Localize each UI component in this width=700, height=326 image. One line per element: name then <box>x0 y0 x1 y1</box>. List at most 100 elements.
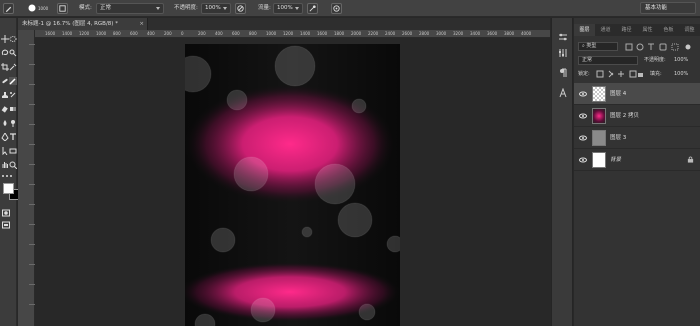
ruler-label: 2200 <box>368 31 379 36</box>
tools-panel <box>0 18 20 326</box>
history-brush-tool-icon[interactable] <box>9 91 17 99</box>
layer-row[interactable]: 背景 <box>574 149 700 171</box>
brush-panel-icon[interactable] <box>57 3 68 14</box>
crop-tool-icon[interactable] <box>1 63 9 71</box>
ruler-label: 3800 <box>504 31 515 36</box>
more-tools-icon[interactable] <box>1 172 13 180</box>
layer-thumbnail <box>592 152 606 168</box>
blur-tool-icon[interactable] <box>1 119 9 127</box>
foreground-color-swatch[interactable] <box>3 183 14 194</box>
quick-select-tool-icon[interactable] <box>9 49 17 57</box>
document-title: 未标题-1 @ 16.7% (图层 4, RGB/8) * <box>22 21 118 27</box>
move-tool-icon[interactable] <box>1 35 9 43</box>
tab-properties[interactable]: 属性 <box>637 24 658 36</box>
ruler-label: 3600 <box>487 31 498 36</box>
quick-mask-icon[interactable] <box>2 209 10 217</box>
screen-mode-icon[interactable] <box>2 221 10 229</box>
healing-tool-icon[interactable] <box>1 77 9 85</box>
layer-name[interactable]: 背景 <box>610 155 621 165</box>
brush-preview-icon[interactable] <box>27 3 37 14</box>
panel-tabs: 图层 通道 路径 属性 色板 调整 <box>574 24 700 36</box>
layer-name[interactable]: 图层 2 拷贝 <box>610 111 639 121</box>
visibility-eye-icon[interactable] <box>579 156 587 164</box>
ruler-label: 2600 <box>402 31 413 36</box>
flow-label: 流量: <box>258 5 271 11</box>
lasso-tool-icon[interactable] <box>1 49 9 57</box>
layer-row[interactable]: 图层 3 <box>574 127 700 149</box>
pen-tool-icon[interactable] <box>1 133 9 141</box>
airbrush-icon[interactable] <box>307 3 318 14</box>
eyedropper-tool-icon[interactable] <box>9 63 17 71</box>
layer-thumbnail <box>592 108 606 124</box>
layer-name[interactable]: 图层 3 <box>610 133 626 143</box>
layer-row[interactable]: 图层 2 拷贝 <box>574 105 700 127</box>
zoom-tool-icon[interactable] <box>9 161 17 169</box>
rectangle-tool-icon[interactable] <box>9 147 17 155</box>
layer-name[interactable]: 图层 4 <box>610 89 626 99</box>
collapsed-panels-column <box>551 18 573 326</box>
close-tab-icon[interactable]: × <box>139 18 144 30</box>
visibility-eye-icon[interactable] <box>579 90 587 98</box>
ruler-label: 400 <box>147 31 155 36</box>
ruler-label: 400 <box>215 31 223 36</box>
ruler-label: 1400 <box>62 31 73 36</box>
type-tool-icon[interactable] <box>9 133 17 141</box>
paragraph-icon[interactable] <box>557 68 568 79</box>
character-icon[interactable] <box>557 87 568 99</box>
ruler-label: 1000 <box>266 31 277 36</box>
document-canvas[interactable] <box>185 44 400 326</box>
ruler-label: 800 <box>113 31 121 36</box>
document-tab[interactable]: 未标题-1 @ 16.7% (图层 4, RGB/8) * × <box>18 18 148 30</box>
gradient-tool-icon[interactable] <box>9 105 17 113</box>
tab-paths[interactable]: 路径 <box>616 24 637 36</box>
tool-preset-icon[interactable] <box>3 3 14 14</box>
opacity-field[interactable]: 100% <box>201 3 231 14</box>
ruler-label: 600 <box>130 31 138 36</box>
ruler-label: 600 <box>232 31 240 36</box>
tab-adjustments[interactable]: 调整 <box>679 24 700 36</box>
ruler-label: 2000 <box>351 31 362 36</box>
mode-select[interactable]: 正常 <box>96 3 164 14</box>
marquee-tool-icon[interactable] <box>9 35 17 43</box>
layer-thumbnail <box>592 86 606 102</box>
pressure-size-icon[interactable] <box>331 3 342 14</box>
tab-channels[interactable]: 通道 <box>595 24 616 36</box>
ruler-label: 4000 <box>521 31 532 36</box>
fill-label: 填充: <box>650 71 662 77</box>
hand-tool-icon[interactable] <box>1 161 9 169</box>
opacity-label: 不透明度: <box>174 5 198 11</box>
layer-row[interactable]: 图层 4 <box>574 83 700 105</box>
workspace-switcher[interactable]: 基本功能 <box>640 2 696 14</box>
ruler-label: 0 <box>181 31 184 36</box>
dodge-tool-icon[interactable] <box>9 119 17 127</box>
filter-kind-value: 类型 <box>586 43 597 49</box>
search-icon: ⌕ <box>582 43 585 49</box>
ruler-label: 1400 <box>300 31 311 36</box>
filter-icons <box>624 43 694 51</box>
ruler-label: 2800 <box>419 31 430 36</box>
filter-kind-select[interactable]: ⌕ 类型 <box>578 42 618 51</box>
clone-stamp-tool-icon[interactable] <box>1 91 9 99</box>
flow-field[interactable]: 100% <box>273 3 303 14</box>
lock-icons[interactable] <box>596 70 644 78</box>
eraser-tool-icon[interactable] <box>1 105 9 113</box>
ruler-label: 2400 <box>385 31 396 36</box>
tab-swatches[interactable]: 色板 <box>658 24 679 36</box>
ruler-label: 1200 <box>283 31 294 36</box>
layer-opacity-value[interactable]: 100% <box>674 55 688 65</box>
history-icon[interactable] <box>557 32 568 43</box>
fill-value[interactable]: 100% <box>674 69 688 79</box>
tab-layers[interactable]: 图层 <box>574 24 595 36</box>
lock-label: 锁定: <box>578 71 590 77</box>
document-tab-bar: 未标题-1 @ 16.7% (图层 4, RGB/8) * × <box>18 18 550 30</box>
brush-tool-icon[interactable] <box>9 77 17 85</box>
ruler-label: 1200 <box>79 31 90 36</box>
pressure-opacity-icon[interactable] <box>235 3 246 14</box>
visibility-eye-icon[interactable] <box>579 134 587 142</box>
path-select-tool-icon[interactable] <box>1 147 9 155</box>
adjust-icon[interactable] <box>557 48 568 59</box>
visibility-eye-icon[interactable] <box>579 112 587 120</box>
blend-mode-select[interactable]: 正常 <box>578 56 638 65</box>
layer-opacity-label: 不透明度: <box>644 57 666 63</box>
ruler-label: 3400 <box>470 31 481 36</box>
